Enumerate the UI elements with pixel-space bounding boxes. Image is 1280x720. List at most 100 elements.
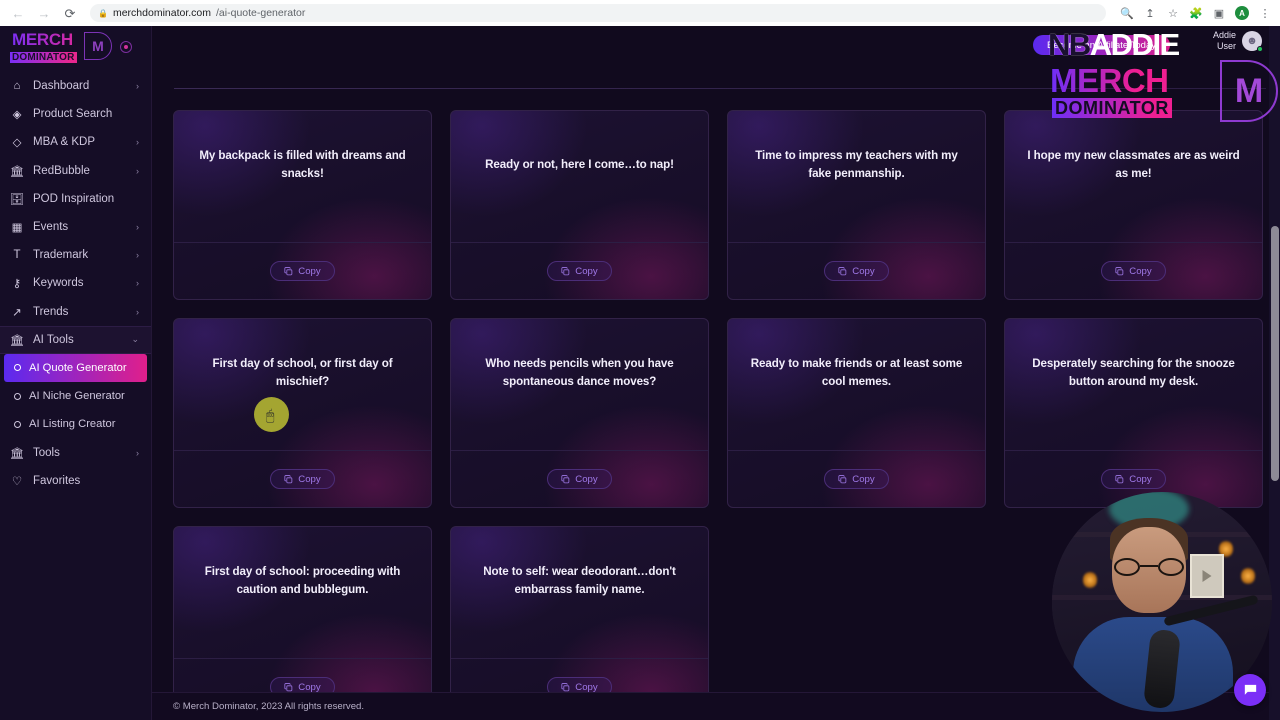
user-menu[interactable]: Addie User ☻ <box>1213 30 1263 52</box>
logo-dominator-text: DOMINATOR <box>10 52 77 63</box>
copy-icon <box>561 474 570 484</box>
url-path: /ai-quote-generator <box>216 7 306 19</box>
sidebar-nav: ⌂ Dashboard › ◈ Product Search ◇ MBA & K… <box>0 72 151 495</box>
quote-card-body: First day of school: proceeding with cau… <box>174 527 431 658</box>
sidebar-item-label: RedBubble <box>33 164 90 177</box>
quote-text: My backpack is filled with dreams and sn… <box>199 148 406 180</box>
quote-text: Who needs pencils when you have spontane… <box>485 356 674 388</box>
sidebar-item-ai-niche-generator[interactable]: AI Niche Generator <box>0 382 151 410</box>
search-icon[interactable]: 🔍 <box>1120 6 1134 20</box>
sidebar-item-product-search[interactable]: ◈ Product Search <box>0 100 151 128</box>
copy-icon <box>838 266 847 276</box>
copy-button-label: Copy <box>298 265 321 277</box>
quote-card-body: Ready to make friends or at least some c… <box>728 319 985 450</box>
copy-button[interactable]: Copy <box>270 469 335 489</box>
sidebar-item-label: AI Tools <box>33 333 74 346</box>
quote-card: I hope my new classmates are as weird as… <box>1004 110 1263 300</box>
copy-icon <box>561 266 570 276</box>
collapse-toggle-icon[interactable] <box>120 41 132 53</box>
reload-icon[interactable]: ⟳ <box>60 3 80 23</box>
copy-button[interactable]: Copy <box>824 261 889 281</box>
copy-icon <box>284 474 293 484</box>
bookmark-star-icon[interactable]: ☆ <box>1166 6 1180 20</box>
browser-chrome: ← → ⟳ 🔒 merchdominator.com/ai-quote-gene… <box>0 0 1280 26</box>
side-panel-icon[interactable]: ▣ <box>1212 6 1226 20</box>
chat-bubble-icon[interactable] <box>1234 674 1266 706</box>
quote-card: Who needs pencils when you have spontane… <box>450 318 709 508</box>
chevron-right-icon: › <box>136 447 139 458</box>
trend-up-icon: ↗ <box>12 306 22 319</box>
profile-avatar[interactable]: A <box>1235 6 1249 20</box>
radio-dot-icon <box>14 420 21 428</box>
share-icon[interactable]: ↥ <box>1143 6 1157 20</box>
quote-card-body: Who needs pencils when you have spontane… <box>451 319 708 450</box>
become-affiliate-button[interactable]: Become an Affiliate Today <box>1033 35 1170 55</box>
copy-icon <box>284 682 293 692</box>
compass-icon: ◈ <box>12 109 22 122</box>
quote-card-footer: Copy <box>174 450 431 507</box>
quote-text: I hope my new classmates are as weird as… <box>1027 148 1240 180</box>
app-shell: MERCH DOMINATOR M ⌂ Dashboard › ◈ Produc… <box>0 26 1280 720</box>
sidebar-item-ai-tools[interactable]: 🏛 AI Tools ⌄ <box>0 325 151 354</box>
quote-card-footer: Copy <box>451 450 708 507</box>
copy-button[interactable]: Copy <box>270 261 335 281</box>
copy-button-label: Copy <box>852 473 875 485</box>
forward-arrow-icon[interactable]: → <box>34 3 54 23</box>
address-bar[interactable]: 🔒 merchdominator.com/ai-quote-generator <box>90 4 1106 22</box>
sidebar-item-label: Trademark <box>33 249 89 262</box>
sidebar-item-mba-kdp[interactable]: ◇ MBA & KDP › <box>0 128 151 156</box>
sidebar-item-trademark[interactable]: T Trademark › <box>0 241 151 269</box>
sidebar-item-ai-quote-generator[interactable]: AI Quote Generator <box>4 353 147 383</box>
radio-dot-icon <box>14 392 21 400</box>
lock-icon: 🔒 <box>98 8 108 18</box>
sidebar-item-label: Dashboard <box>33 80 90 93</box>
quote-text: Time to impress my teachers with my fake… <box>755 148 958 180</box>
sidebar-item-label: Keywords <box>33 277 84 290</box>
user-avatar-icon[interactable]: ☻ <box>1242 31 1263 52</box>
quote-card: First day of school: proceeding with cau… <box>173 526 432 716</box>
quote-card: Note to self: wear deodorant…don't embar… <box>450 526 709 716</box>
sidebar-item-keywords[interactable]: ⚷ Keywords › <box>0 269 151 297</box>
quote-card-body: I hope my new classmates are as weird as… <box>1005 111 1262 242</box>
sidebar-brand[interactable]: MERCH DOMINATOR M <box>0 26 151 68</box>
chevron-down-icon: ⌄ <box>131 334 139 345</box>
webcam-person-glasses <box>1113 558 1184 576</box>
calendar-icon: ▦ <box>11 222 23 235</box>
kebab-menu-icon[interactable]: ⋮ <box>1258 6 1272 20</box>
extensions-puzzle-icon[interactable]: 🧩 <box>1189 6 1203 20</box>
quote-card: First day of school, or first day of mis… <box>173 318 432 508</box>
copy-button[interactable]: Copy <box>547 261 612 281</box>
copyright-text: © Merch Dominator, 2023 All rights reser… <box>173 701 365 712</box>
copy-button[interactable]: Copy <box>547 469 612 489</box>
chevron-right-icon: › <box>136 306 139 317</box>
mouse-cursor: 🖱 <box>266 407 275 423</box>
scrollbar-thumb[interactable] <box>1271 226 1279 481</box>
section-divider <box>174 88 1266 89</box>
quote-text: Note to self: wear deodorant…don't embar… <box>483 564 676 596</box>
sidebar-item-label: POD Inspiration <box>33 192 115 205</box>
copy-button[interactable]: Copy <box>1101 469 1166 489</box>
sidebar-item-trends[interactable]: ↗ Trends › <box>0 298 151 326</box>
back-arrow-icon[interactable]: ← <box>8 3 28 23</box>
sidebar-item-tools[interactable]: 🏛 Tools › <box>0 438 151 466</box>
quote-card-body: Note to self: wear deodorant…don't embar… <box>451 527 708 658</box>
copy-button[interactable]: Copy <box>1101 261 1166 281</box>
quote-card: Time to impress my teachers with my fake… <box>727 110 986 300</box>
sidebar-item-label: Events <box>33 221 69 234</box>
copy-button-label: Copy <box>1129 265 1152 277</box>
webcam-play-button-plaque <box>1189 553 1224 598</box>
browser-toolbar-icons: 🔍 ↥ ☆ 🧩 ▣ A ⋮ <box>1116 6 1272 20</box>
sidebar-item-dashboard[interactable]: ⌂ Dashboard › <box>0 72 151 100</box>
sidebar: MERCH DOMINATOR M ⌂ Dashboard › ◈ Produc… <box>0 26 152 720</box>
webcam-bulb-light <box>1082 571 1097 590</box>
quote-card: Desperately searching for the snooze but… <box>1004 318 1263 508</box>
sidebar-item-favorites[interactable]: ♡ Favorites <box>0 467 151 495</box>
copy-button[interactable]: Copy <box>824 469 889 489</box>
sidebar-item-pod-inspiration[interactable]: 🗄 POD Inspiration <box>0 185 151 213</box>
quote-card-footer: Copy <box>1005 242 1262 299</box>
sidebar-item-events[interactable]: ▦ Events › <box>0 213 151 241</box>
user-name-line2: User <box>1216 41 1236 51</box>
sidebar-item-ai-listing-creator[interactable]: AI Listing Creator <box>0 410 151 438</box>
sidebar-item-redbubble[interactable]: 🏛 RedBubble › <box>0 157 151 185</box>
copy-button-label: Copy <box>1129 473 1152 485</box>
